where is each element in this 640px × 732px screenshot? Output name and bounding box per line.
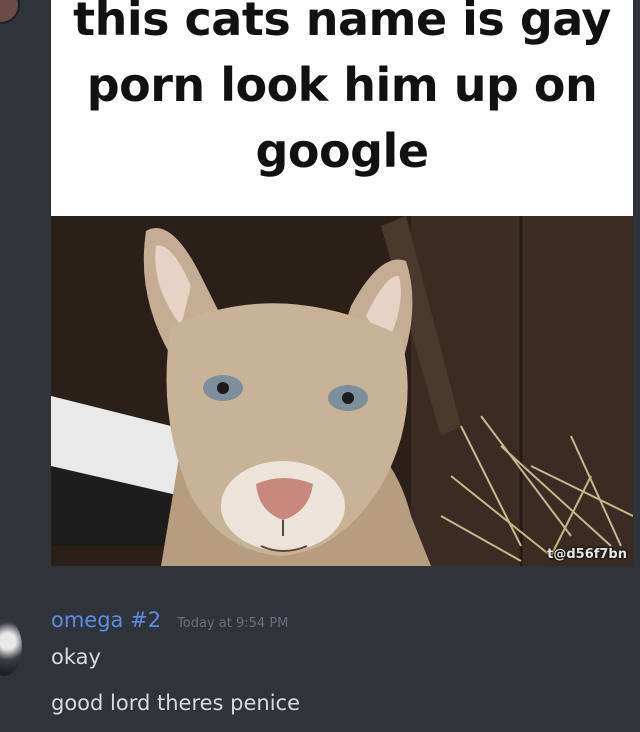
message-timestamp: Today at 9:54 PM <box>177 616 289 631</box>
author-name[interactable]: omega #2 <box>51 608 161 632</box>
meme-caption: this cats name is gay porn look him up o… <box>73 0 611 178</box>
previous-author-avatar[interactable] <box>0 0 20 24</box>
chat-message: omega #2 Today at 9:54 PM okay good lord… <box>51 608 621 732</box>
author-avatar[interactable] <box>0 618 22 676</box>
meme-caption-panel: this cats name is gay porn look him up o… <box>51 0 633 216</box>
watermark: t@d56f7bn <box>547 547 627 562</box>
cougar-illustration <box>51 216 633 566</box>
image-attachment[interactable]: this cats name is gay porn look him up o… <box>51 0 633 566</box>
message-header: omega #2 Today at 9:54 PM <box>51 608 621 644</box>
message-line: okay <box>51 645 101 669</box>
message-line: good lord theres penice <box>51 691 301 715</box>
chat-window: this cats name is gay porn look him up o… <box>0 0 640 732</box>
cougar-photo: t@d56f7bn <box>51 216 633 566</box>
